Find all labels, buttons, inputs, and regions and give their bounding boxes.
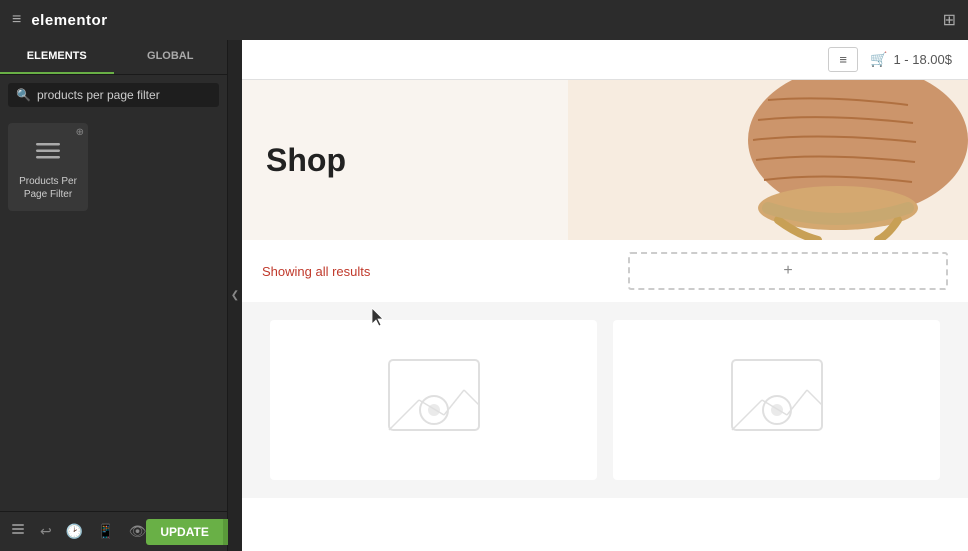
grid-icon[interactable]: ⊞ bbox=[943, 10, 956, 30]
update-button[interactable]: UPDATE bbox=[146, 519, 222, 545]
products-grid bbox=[242, 302, 968, 498]
cart-badge[interactable]: 🛒 1 - 18.00$ bbox=[870, 51, 952, 68]
cart-text: 1 - 18.00$ bbox=[893, 52, 952, 67]
widget-filter-icon bbox=[30, 133, 66, 169]
collapse-handle[interactable]: ❮ bbox=[228, 40, 242, 551]
filter-lines-icon: ≡ bbox=[839, 52, 847, 67]
cart-icon: 🛒 bbox=[870, 51, 887, 68]
bottom-toolbar: ↩ 🕑 📱 👁 UPDATE ▲ bbox=[0, 511, 227, 551]
undo-icon[interactable]: ↩ bbox=[40, 523, 52, 540]
add-section-button[interactable]: + bbox=[628, 252, 948, 290]
bottom-left-icons: ↩ 🕑 📱 👁 bbox=[10, 522, 146, 541]
hamburger-icon[interactable]: ≡ bbox=[12, 11, 21, 29]
shop-banner: Shop bbox=[242, 80, 968, 240]
shop-content[interactable]: Shop bbox=[242, 80, 968, 551]
canvas-area: ≡ 🛒 1 - 18.00$ Shop bbox=[242, 40, 968, 551]
filter-icon-button[interactable]: ≡ bbox=[828, 47, 858, 72]
product-placeholder-2 bbox=[722, 350, 832, 450]
search-box: 🔍 bbox=[8, 83, 219, 107]
top-bar: ≡ elementor ⊞ bbox=[0, 0, 968, 40]
layers-icon[interactable] bbox=[10, 522, 26, 541]
product-card-1[interactable] bbox=[270, 320, 597, 480]
showing-results-text: Showing all results bbox=[262, 264, 370, 279]
search-input[interactable] bbox=[37, 88, 211, 102]
product-placeholder-1 bbox=[379, 350, 489, 450]
history-icon[interactable]: 🕑 bbox=[66, 523, 83, 540]
shop-title: Shop bbox=[242, 142, 346, 179]
tab-elements[interactable]: ELEMENTS bbox=[0, 40, 114, 74]
sidebar: ELEMENTS GLOBAL 🔍 ⊕ P bbox=[0, 40, 228, 551]
chair-image bbox=[568, 80, 968, 240]
sidebar-tabs: ELEMENTS GLOBAL bbox=[0, 40, 227, 75]
hide-icon[interactable]: 👁 bbox=[129, 523, 147, 540]
responsive-icon[interactable]: 📱 bbox=[97, 523, 114, 540]
product-card-2[interactable] bbox=[613, 320, 940, 480]
widget-area: ⊕ Products Per Page Filter bbox=[0, 115, 227, 219]
widget-wrapper: ⊕ Products Per Page Filter bbox=[8, 123, 88, 211]
widget-label: Products Per Page Filter bbox=[14, 175, 82, 201]
canvas-topbar: ≡ 🛒 1 - 18.00$ bbox=[242, 40, 968, 80]
shop-results-bar: Showing all results + bbox=[242, 240, 968, 302]
search-icon: 🔍 bbox=[16, 88, 31, 102]
tab-global[interactable]: GLOBAL bbox=[114, 40, 228, 74]
main-layout: ELEMENTS GLOBAL 🔍 ⊕ P bbox=[0, 40, 968, 551]
app-title: elementor bbox=[31, 12, 107, 29]
add-widget-icon: ⊕ bbox=[76, 127, 84, 138]
